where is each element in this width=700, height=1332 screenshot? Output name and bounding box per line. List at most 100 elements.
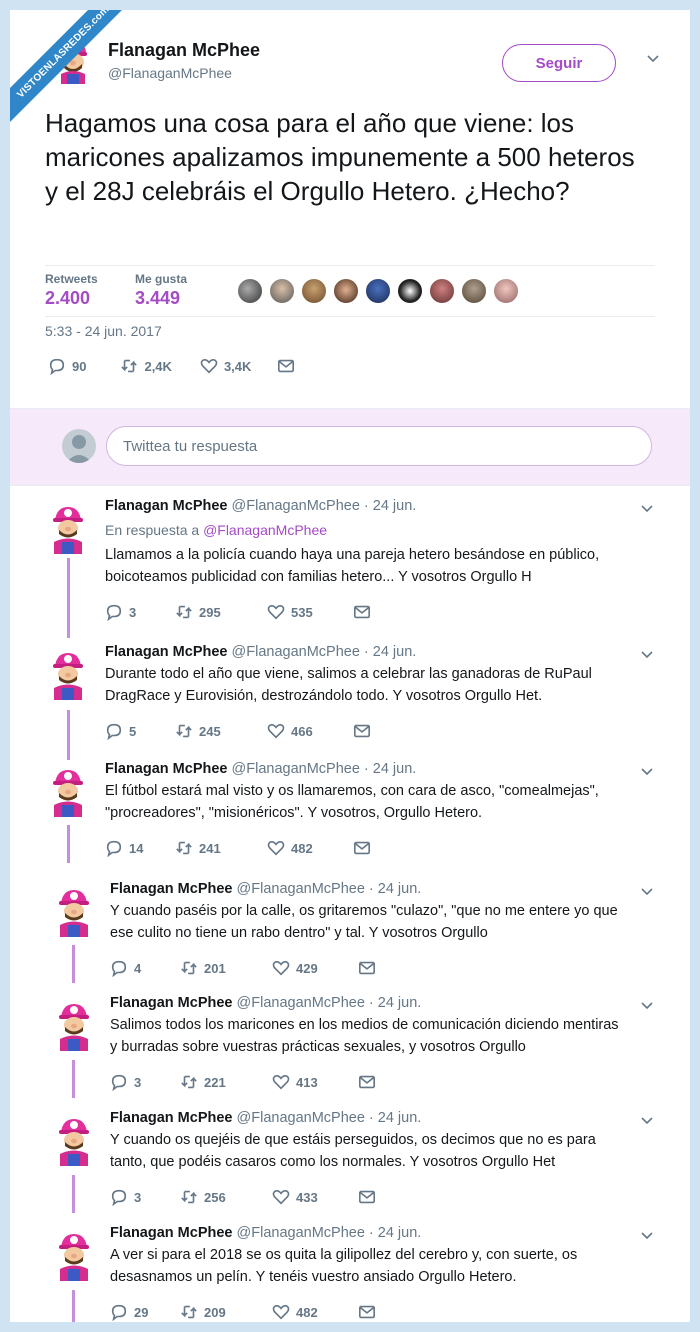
liker-avatar[interactable] [397, 278, 423, 304]
heart-icon [272, 1304, 290, 1320]
reply-actions: 4 201 429 [110, 959, 376, 977]
like-action[interactable]: 535 [267, 603, 353, 621]
like-count: 482 [296, 1304, 318, 1320]
dm-action[interactable] [353, 603, 371, 621]
reply-count: 29 [134, 1304, 149, 1320]
dm-action[interactable] [277, 357, 295, 375]
retweet-action[interactable]: 245 [175, 722, 267, 740]
liker-avatar[interactable] [237, 278, 263, 304]
reply-author-meta[interactable]: @FlanaganMcPhee · 24 jun. [232, 498, 417, 514]
tweet-stats: Retweets 2.400 Me gusta 3.449 [45, 265, 655, 317]
reply-author-meta[interactable]: @FlanaganMcPhee · 24 jun. [232, 761, 417, 777]
liker-avatar[interactable] [269, 278, 295, 304]
reply-header: Flanagan McPhee @FlanaganMcPhee · 24 jun… [105, 498, 416, 514]
dm-action[interactable] [353, 722, 371, 740]
reply-author-avatar[interactable] [48, 504, 88, 556]
reply-author-name[interactable]: Flanagan McPhee [105, 498, 227, 514]
retweet-action[interactable]: 241 [175, 839, 267, 857]
reply-author-meta[interactable]: @FlanaganMcPhee · 24 jun. [237, 1110, 422, 1126]
like-action[interactable]: 482 [267, 839, 353, 857]
reply-author-avatar[interactable] [54, 1231, 94, 1283]
dm-action[interactable] [358, 1073, 376, 1091]
reply-actions: 3 256 433 [110, 1188, 376, 1206]
reply-action[interactable]: 3 [105, 603, 175, 621]
reply-author-meta[interactable]: @FlanaganMcPhee · 24 jun. [232, 644, 417, 660]
reply-actions: 5 245 466 [105, 722, 371, 740]
reply-author-name[interactable]: Flanagan McPhee [110, 1225, 232, 1241]
retweet-action[interactable]: 295 [175, 603, 267, 621]
reply-action[interactable]: 14 [105, 839, 175, 857]
retweet-action[interactable]: 209 [180, 1303, 272, 1321]
dm-action[interactable] [358, 959, 376, 977]
reply-author-meta[interactable]: @FlanaganMcPhee · 24 jun. [237, 1225, 422, 1241]
reply-author-name[interactable]: Flanagan McPhee [105, 644, 227, 660]
chevron-down-icon[interactable] [640, 502, 654, 519]
liker-avatar[interactable] [365, 278, 391, 304]
in-reply-handle[interactable]: @FlanaganMcPhee [203, 522, 327, 538]
main-tweet-actions: 90 2,4K 3,4K [48, 357, 295, 375]
reply-text-line: ese culito no tiene un rabo dentro" y ta… [110, 925, 488, 941]
like-action[interactable]: 3,4K [200, 357, 251, 375]
user-avatar [62, 429, 96, 463]
retweet-action[interactable]: 201 [180, 959, 272, 977]
retweet-count: 209 [204, 1304, 226, 1320]
like-action[interactable]: 413 [272, 1073, 358, 1091]
heart-icon [272, 1074, 290, 1090]
reply-count: 5 [129, 723, 137, 739]
reply-count: 3 [134, 1074, 142, 1090]
like-action[interactable]: 429 [272, 959, 358, 977]
retweet-count: 201 [204, 960, 226, 976]
dm-action[interactable] [353, 839, 371, 857]
watermark-ribbon: VISTOENLASREDES.com [10, 10, 130, 130]
author-name[interactable]: Flanagan McPhee [108, 40, 260, 61]
retweet-action[interactable]: 221 [180, 1073, 272, 1091]
reply-text-line: Y cuando paséis por la calle, os gritare… [110, 903, 618, 919]
reply-action[interactable]: 90 [48, 357, 86, 375]
reply-author-avatar[interactable] [54, 1116, 94, 1168]
reply-author-avatar[interactable] [54, 887, 94, 939]
chevron-down-icon[interactable] [646, 52, 660, 69]
reply-action[interactable]: 3 [110, 1188, 180, 1206]
liker-avatar[interactable] [301, 278, 327, 304]
reply-author-avatar[interactable] [48, 767, 88, 819]
like-action[interactable]: 433 [272, 1188, 358, 1206]
reply-actions: 3 295 535 [105, 603, 371, 621]
tweet-timestamp[interactable]: 5:33 - 24 jun. 2017 [45, 323, 162, 339]
retweets-stat[interactable]: Retweets 2.400 [45, 272, 98, 309]
reply-input[interactable]: Twittea tu respuesta [106, 426, 652, 466]
liker-avatar[interactable] [493, 278, 519, 304]
liker-avatar[interactable] [429, 278, 455, 304]
reply-header: Flanagan McPhee @FlanaganMcPhee · 24 jun… [110, 995, 421, 1011]
reply-action[interactable]: 5 [105, 722, 175, 740]
reply-action[interactable]: 29 [110, 1303, 180, 1321]
like-action[interactable]: 466 [267, 722, 353, 740]
retweet-action[interactable]: 256 [180, 1188, 272, 1206]
reply-actions: 14 241 482 [105, 839, 371, 857]
reply-author-name[interactable]: Flanagan McPhee [105, 761, 227, 777]
reply-action[interactable]: 3 [110, 1073, 180, 1091]
reply-text-line: Y cuando os quejéis de que estáis perseg… [110, 1132, 596, 1148]
liker-avatar[interactable] [461, 278, 487, 304]
thread-line [67, 710, 70, 760]
envelope-icon [358, 1075, 376, 1089]
follow-button[interactable]: Seguir [502, 44, 616, 82]
retweet-icon [181, 961, 197, 975]
main-tweet-header: Flanagan McPhee @FlanaganMcPhee Seguir [50, 38, 680, 108]
dm-action[interactable] [358, 1188, 376, 1206]
dm-action[interactable] [358, 1303, 376, 1321]
reply-action[interactable]: 4 [110, 959, 180, 977]
mario-avatar-icon [53, 770, 83, 817]
reply-author-avatar[interactable] [54, 1001, 94, 1053]
likes-stat[interactable]: Me gusta 3.449 [135, 272, 187, 309]
reply-author-meta[interactable]: @FlanaganMcPhee · 24 jun. [237, 881, 422, 897]
retweet-action[interactable]: 2,4K [120, 357, 172, 375]
likes-value: 3.449 [135, 288, 181, 308]
thread-line [72, 1175, 75, 1213]
reply-author-avatar[interactable] [48, 650, 88, 702]
reply-author-meta[interactable]: @FlanaganMcPhee · 24 jun. [237, 995, 422, 1011]
reply-author-name[interactable]: Flanagan McPhee [110, 1110, 232, 1126]
reply-author-name[interactable]: Flanagan McPhee [110, 995, 232, 1011]
reply-author-name[interactable]: Flanagan McPhee [110, 881, 232, 897]
like-action[interactable]: 482 [272, 1303, 358, 1321]
liker-avatar[interactable] [333, 278, 359, 304]
